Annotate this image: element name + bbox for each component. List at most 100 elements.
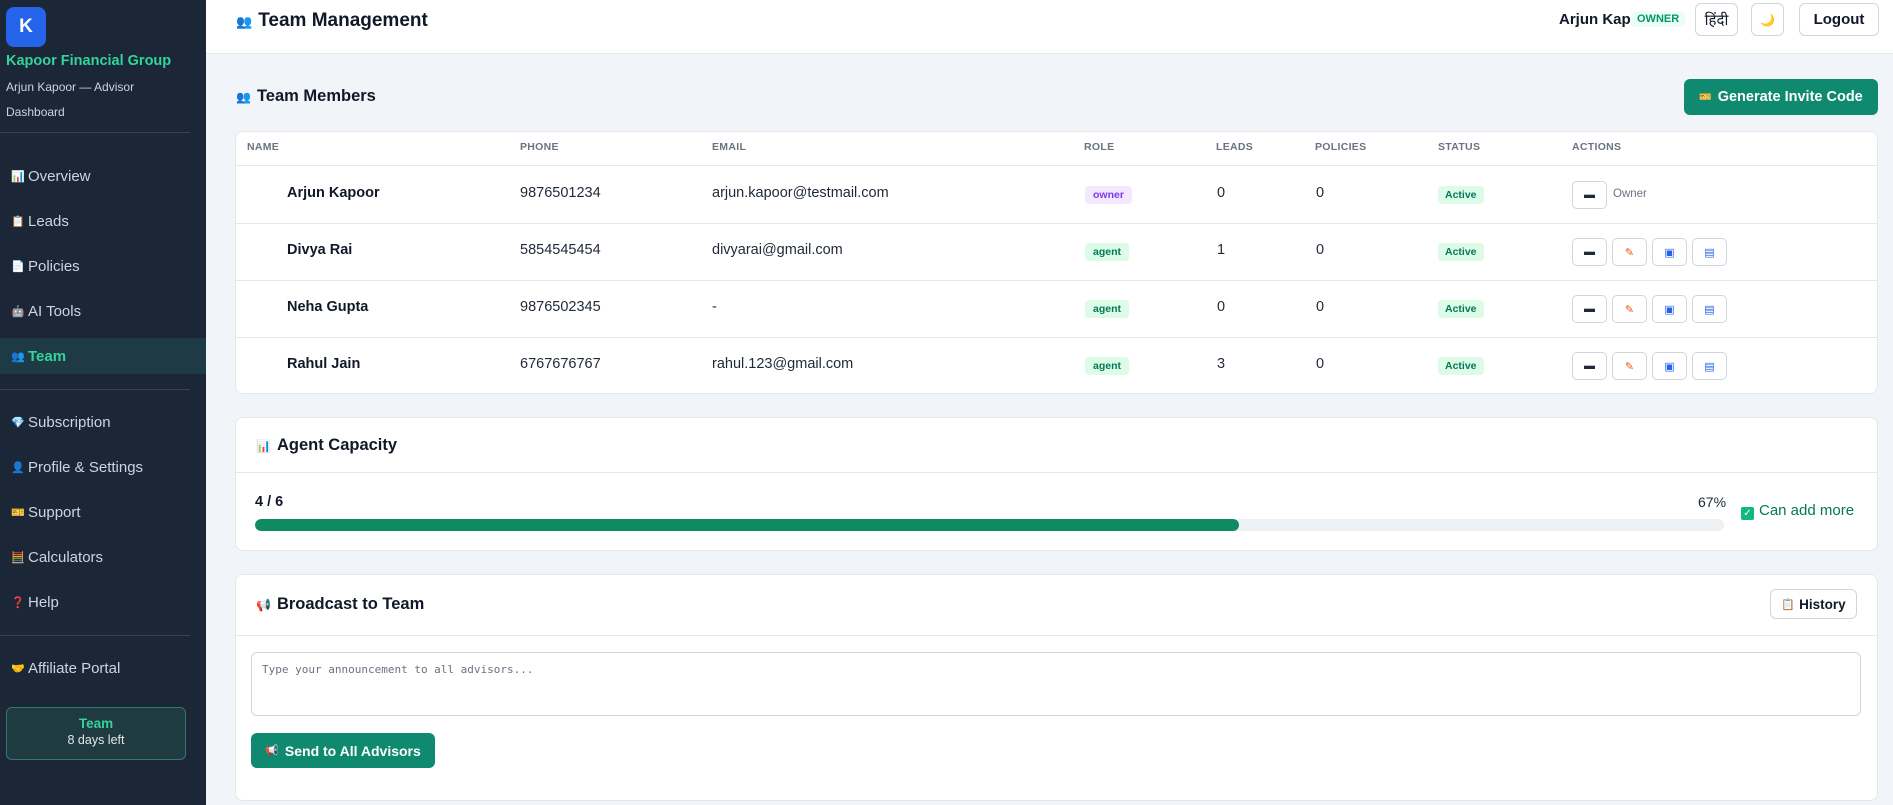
sidebar-item-label: Leads — [28, 212, 69, 230]
logout-button[interactable]: Logout — [1799, 3, 1879, 36]
role-badge: agent — [1085, 300, 1130, 318]
floppy-icon: ▤ — [1704, 360, 1715, 373]
member-email: divyarai@gmail.com — [712, 242, 843, 258]
column-header-actions: ACTIONS — [1572, 141, 1622, 153]
member-email: - — [712, 299, 717, 315]
row-divider — [236, 337, 1877, 338]
edit-member-button[interactable]: ✎ — [1612, 352, 1647, 380]
column-header-name: NAME — [247, 141, 280, 153]
capacity-progress-bar — [255, 519, 1724, 531]
handshake-icon: 🤝 — [11, 662, 25, 675]
page-title: 👥 Team Management — [236, 10, 428, 32]
pencil-icon: ✎ — [1624, 303, 1635, 316]
member-phone: 9876501234 — [520, 185, 601, 201]
sidebar-item-leads[interactable]: 📋 Leads — [0, 203, 206, 239]
member-leads: 0 — [1217, 299, 1226, 315]
role-badge: agent — [1085, 243, 1130, 261]
member-email: rahul.123@gmail.com — [712, 356, 854, 372]
column-header-status: STATUS — [1438, 141, 1481, 153]
broadcast-message-input[interactable] — [251, 652, 1861, 716]
save-member-button[interactable]: ▤ — [1692, 238, 1727, 266]
sidebar-item-label: AI Tools — [28, 302, 82, 320]
language-button[interactable]: हिंदी — [1695, 3, 1738, 36]
row-divider — [236, 280, 1877, 281]
user-icon: 👤 — [11, 461, 25, 474]
edit-member-button[interactable]: ✎ — [1612, 295, 1647, 323]
edit-member-button[interactable]: ✎ — [1612, 238, 1647, 266]
sidebar-item-affiliate-portal[interactable]: 🤝 Affiliate Portal — [0, 650, 206, 686]
logo: K — [6, 7, 46, 47]
card-divider — [236, 635, 1877, 636]
ticket-icon: 🎫 — [11, 506, 25, 519]
top-header: 👥 Team Management Arjun Kapoor OWNER हिंद… — [206, 0, 1893, 54]
pencil-icon: ✎ — [1624, 246, 1635, 259]
checkbox-icon: ✓ — [1741, 507, 1754, 520]
sidebar-item-help[interactable]: ❓ Help — [0, 584, 206, 620]
invite-button-label: Generate Invite Code — [1717, 89, 1863, 105]
agent-capacity-title-text: Agent Capacity — [276, 436, 398, 454]
pencil-icon: ✎ — [1624, 360, 1635, 373]
sidebar-divider — [0, 132, 190, 133]
people-icon: 👥 — [236, 90, 251, 104]
table-header-divider — [236, 165, 1877, 166]
sidebar-item-label: Team — [28, 347, 67, 365]
sidebar-divider — [0, 635, 190, 636]
column-header-phone: PHONE — [520, 141, 559, 153]
swap-icon: ▣ — [1664, 303, 1675, 316]
team-members-title: 👥 Team Members — [236, 87, 376, 106]
member-policies: 0 — [1316, 242, 1325, 258]
card-icon: ▬ — [1584, 303, 1595, 315]
reassign-member-button[interactable]: ▣ — [1652, 352, 1687, 380]
save-member-button[interactable]: ▤ — [1692, 352, 1727, 380]
sidebar-item-support[interactable]: 🎫 Support — [0, 494, 206, 530]
sidebar-item-policies[interactable]: 📄 Policies — [0, 248, 206, 284]
people-icon: 👥 — [236, 14, 253, 29]
broadcast-title: 📢 Broadcast to Team — [256, 595, 424, 614]
page-title-text: Team Management — [258, 10, 428, 31]
sidebar-divider — [0, 389, 190, 390]
view-member-button[interactable]: ▬ — [1572, 295, 1607, 323]
owner-tag: Owner — [1613, 188, 1647, 200]
member-name: Rahul Jain — [287, 356, 361, 372]
sidebar-item-ai-tools[interactable]: 🤖 AI Tools — [0, 293, 206, 329]
sidebar-item-label: Help — [28, 593, 59, 611]
sidebar-item-label: Affiliate Portal — [28, 659, 121, 677]
capacity-progress-fill — [255, 519, 1240, 531]
sidebar-item-subscription[interactable]: 💎 Subscription — [0, 404, 206, 440]
floppy-icon: ▤ — [1704, 303, 1715, 316]
save-member-button[interactable]: ▤ — [1692, 295, 1727, 323]
status-badge: Active — [1438, 186, 1484, 204]
calculator-icon: 🧮 — [11, 551, 25, 564]
view-member-button[interactable]: ▬ — [1572, 181, 1607, 209]
reassign-member-button[interactable]: ▣ — [1652, 238, 1687, 266]
member-name: Divya Rai — [287, 242, 353, 258]
trial-status-box[interactable]: Team 8 days left — [6, 707, 186, 760]
sidebar-item-label: Calculators — [28, 548, 104, 566]
swap-icon: ▣ — [1664, 246, 1675, 259]
robot-icon: 🤖 — [11, 305, 25, 318]
view-member-button[interactable]: ▬ — [1572, 238, 1607, 266]
member-name: Arjun Kapoor — [287, 185, 380, 201]
column-header-policies: POLICIES — [1315, 141, 1367, 153]
sidebar-item-profile-settings[interactable]: 👤 Profile & Settings — [0, 449, 206, 485]
sidebar-item-calculators[interactable]: 🧮 Calculators — [0, 539, 206, 575]
history-button[interactable]: 📋 History — [1770, 589, 1857, 619]
clipboard-icon: 📋 — [1781, 598, 1796, 611]
member-leads: 1 — [1217, 242, 1226, 258]
document-icon: 📄 — [11, 260, 25, 273]
sidebar-item-overview[interactable]: 📊 Overview — [0, 158, 206, 194]
member-email: arjun.kapoor@testmail.com — [712, 185, 889, 201]
theme-toggle-button[interactable]: 🌙 — [1751, 3, 1784, 36]
send-button-label: Send to All Advisors — [284, 742, 421, 759]
member-phone: 5854545454 — [520, 242, 601, 258]
capacity-count: 4 / 6 — [255, 494, 284, 510]
member-policies: 0 — [1316, 185, 1325, 201]
reassign-member-button[interactable]: ▣ — [1652, 295, 1687, 323]
column-header-leads: LEADS — [1216, 141, 1254, 153]
column-header-role: ROLE — [1084, 141, 1115, 153]
sidebar-item-label: Subscription — [28, 413, 111, 431]
sidebar-item-team[interactable]: 👥 Team — [0, 338, 206, 374]
view-member-button[interactable]: ▬ — [1572, 352, 1607, 380]
send-to-all-advisors-button[interactable]: 📢 Send to All Advisors — [251, 733, 435, 768]
generate-invite-code-button[interactable]: 🎫 Generate Invite Code — [1684, 79, 1878, 115]
